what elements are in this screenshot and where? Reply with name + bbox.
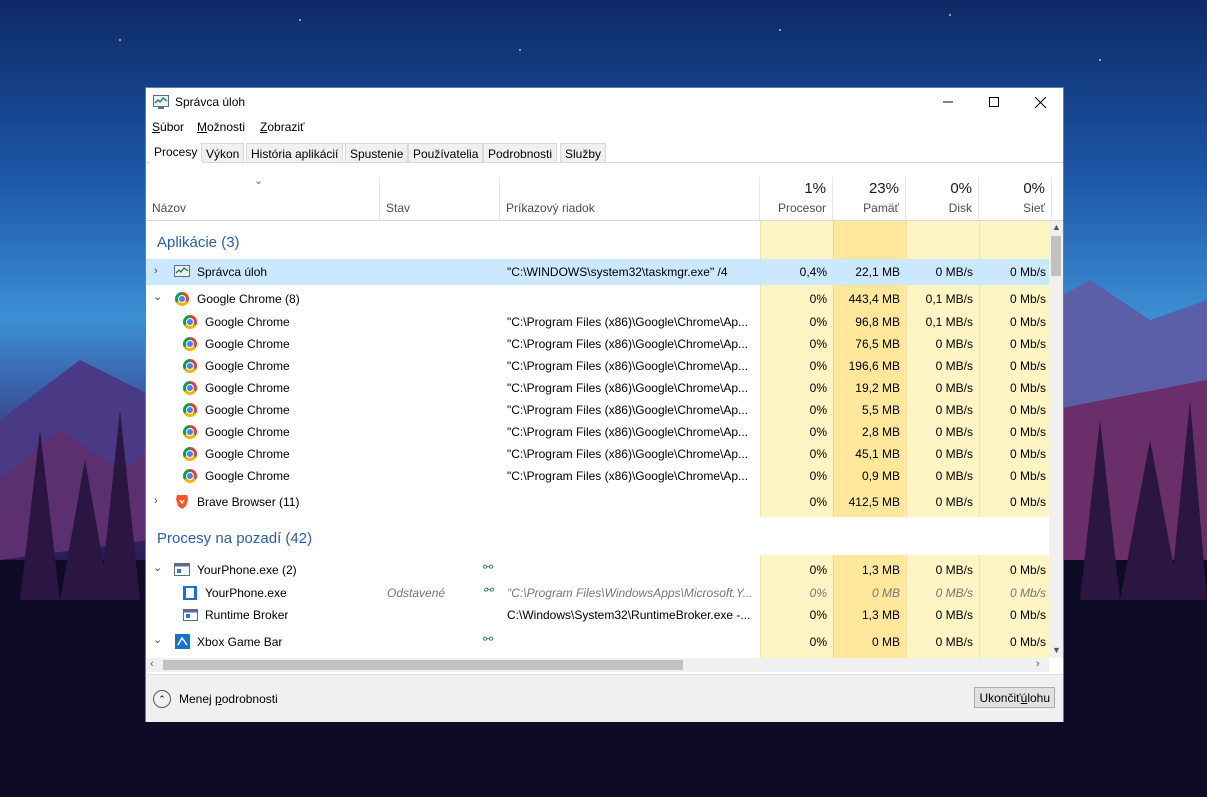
maximize-button[interactable] — [971, 88, 1017, 116]
table-row[interactable]: Runtime Broker C:\Windows\System32\Runti… — [146, 604, 1049, 626]
header-command-line[interactable]: Príkazový riadok — [500, 177, 760, 220]
table-row[interactable]: ⌄ Xbox Game Bar ⚯ 0% 0 MB 0 MB/s 0 Mb/s — [146, 629, 1049, 654]
collapse-chevron-icon[interactable]: ⌄ — [153, 561, 162, 574]
table-row[interactable]: Google Chrome "C:\Program Files (x86)\Go… — [146, 333, 1049, 355]
chrome-icon — [183, 469, 197, 483]
tab-processes[interactable]: Procesy — [149, 141, 203, 163]
scroll-up-icon[interactable]: ▲ — [1052, 222, 1061, 232]
column-header: ⌄ Názov Stav Príkazový riadok 1% Proceso… — [146, 175, 1063, 221]
header-memory[interactable]: 23% Pamäť — [833, 177, 906, 220]
vertical-scrollbar[interactable]: ▲ ▼ — [1049, 221, 1063, 658]
menu-options[interactable]: Možnosti — [197, 120, 245, 134]
header-network[interactable]: 0% Sieť — [979, 177, 1052, 220]
end-task-button[interactable]: Ukončiť ú lohu — [974, 687, 1055, 708]
vertical-scroll-thumb[interactable] — [1051, 236, 1061, 276]
tab-app-history[interactable]: História aplikácií — [246, 143, 344, 162]
yourphone-icon — [183, 586, 197, 600]
tab-details[interactable]: Podrobnosti — [483, 143, 558, 162]
menu-file[interactable]: Súbor — [152, 120, 184, 134]
header-disk[interactable]: 0% Disk — [906, 177, 979, 220]
scroll-left-icon[interactable]: ‹ — [150, 658, 154, 670]
chrome-icon — [183, 447, 197, 461]
task-manager-icon — [174, 265, 190, 277]
tab-services[interactable]: Služby — [560, 143, 607, 162]
table-row[interactable]: › Správca úloh "C:\WINDOWS\system32\task… — [146, 259, 1049, 285]
collapse-chevron-icon[interactable]: ⌄ — [153, 633, 162, 646]
group-apps: Aplikácie (3) — [157, 234, 240, 251]
process-list: Aplikácie (3) › Správca úloh "C:\WINDOWS… — [146, 221, 1049, 658]
title-bar[interactable]: Správca úloh — [146, 88, 1063, 116]
table-row[interactable]: Google Chrome "C:\Program Files (x86)\Go… — [146, 355, 1049, 377]
efficiency-leaf-icon: ⚯ — [483, 560, 494, 574]
expand-chevron-icon[interactable]: › — [154, 265, 158, 277]
minimize-button[interactable] — [925, 88, 971, 116]
table-row[interactable]: Google Chrome "C:\Program Files (x86)\Go… — [146, 377, 1049, 399]
xbox-game-bar-icon — [175, 634, 190, 649]
scroll-right-icon[interactable]: › — [1036, 658, 1040, 670]
menu-view[interactable]: Zobraziť — [260, 120, 305, 134]
maximize-icon — [989, 97, 999, 107]
tab-startup[interactable]: Spustenie — [345, 143, 409, 162]
chevron-up-icon: ⌃ — [153, 690, 171, 708]
table-row[interactable]: ⌄ YourPhone.exe (2) ⚯ 0% 1,3 MB 0 MB/s 0… — [146, 557, 1049, 582]
minimize-icon — [943, 101, 953, 103]
chrome-icon — [183, 315, 197, 329]
horizontal-scrollbar[interactable]: ‹ › — [146, 658, 1049, 672]
chrome-icon — [183, 337, 197, 351]
horizontal-scroll-thumb[interactable] — [163, 660, 683, 670]
task-manager-window: Správca úloh Súbor Možnosti Zobraziť Pro… — [145, 87, 1064, 722]
header-name[interactable]: ⌄ Názov — [146, 175, 380, 220]
table-row[interactable]: Google Chrome "C:\Program Files (x86)\Go… — [146, 465, 1049, 487]
chrome-icon — [183, 359, 197, 373]
table-row[interactable]: YourPhone.exe Odstavené ⚯ "C:\Program Fi… — [146, 582, 1049, 604]
header-cpu[interactable]: 1% Procesor — [760, 177, 833, 220]
chrome-icon — [183, 403, 197, 417]
table-row[interactable]: Google Chrome "C:\Program Files (x86)\Go… — [146, 421, 1049, 443]
fewer-details-button[interactable]: ⌃ Menej podrobnosti — [153, 690, 278, 708]
tab-strip: Procesy Výkon História aplikácií Spusten… — [146, 140, 1063, 163]
efficiency-leaf-icon: ⚯ — [483, 632, 494, 646]
footer: ⌃ Menej podrobnosti Ukončiť ú lohu — [146, 674, 1063, 722]
efficiency-leaf-icon: ⚯ — [483, 583, 494, 597]
menu-bar: Súbor Možnosti Zobraziť — [146, 118, 1063, 136]
table-row[interactable]: Google Chrome "C:\Program Files (x86)\Go… — [146, 443, 1049, 465]
window-app-icon — [174, 563, 190, 576]
header-status[interactable]: Stav — [380, 177, 500, 220]
group-background: Procesy na pozadí (42) — [146, 517, 1049, 555]
collapse-chevron-icon[interactable]: ⌄ — [153, 290, 162, 303]
table-row[interactable]: Google Chrome "C:\Program Files (x86)\Go… — [146, 311, 1049, 333]
table-row[interactable]: ⌄ Google Chrome (8) 0% 443,4 MB 0,1 MB/s… — [146, 286, 1049, 311]
brave-icon — [176, 495, 188, 509]
expand-chevron-icon[interactable]: › — [154, 495, 158, 507]
table-row[interactable]: Google Chrome "C:\Program Files (x86)\Go… — [146, 399, 1049, 421]
close-icon — [1034, 96, 1046, 108]
tab-performance[interactable]: Výkon — [201, 143, 245, 162]
close-button[interactable] — [1017, 88, 1063, 116]
window-title: Správca úloh — [175, 95, 246, 109]
chrome-icon — [175, 292, 189, 306]
chrome-icon — [183, 425, 197, 439]
sort-chevron-icon: ⌄ — [254, 175, 264, 187]
window-app-icon — [183, 609, 198, 621]
task-manager-icon — [153, 95, 169, 109]
tab-users[interactable]: Používatelia — [408, 143, 484, 162]
table-row[interactable]: › Brave Browser (11) 0% 412,5 MB 0 MB/s … — [146, 490, 1049, 514]
scroll-down-icon[interactable]: ▼ — [1052, 645, 1061, 655]
chrome-icon — [183, 381, 197, 395]
